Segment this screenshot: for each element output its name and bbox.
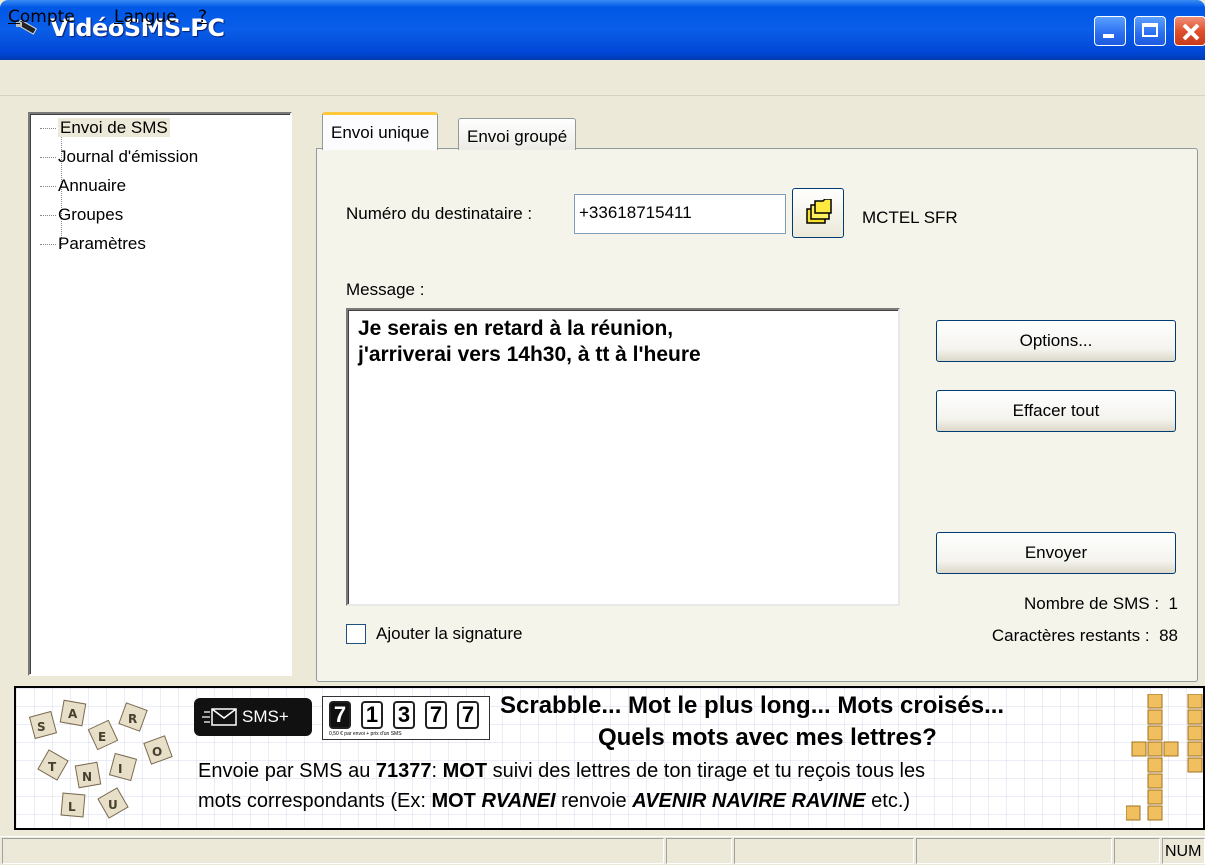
recipient-input[interactable]: +33618715411 <box>574 194 786 234</box>
tree-item-groupes[interactable]: Groupes <box>40 205 123 231</box>
svg-text:O: O <box>152 745 162 759</box>
scrabble-tiles-image: S A E R T N I O L U <box>28 699 173 819</box>
tree-item-label: Annuaire <box>58 176 127 195</box>
svg-text:L: L <box>68 800 76 814</box>
menu-compte[interactable]: Compte <box>8 7 75 27</box>
code-digit: 7 <box>425 701 447 729</box>
options-button[interactable]: Options... <box>936 320 1176 362</box>
ad-line-1: Envoie par SMS au 71377: MOT suivi des l… <box>198 760 925 783</box>
menu-bar <box>0 60 1205 96</box>
ad-text: renvoie <box>555 790 633 812</box>
sms-count-value: 1 <box>1168 594 1178 613</box>
folders-icon <box>806 199 832 224</box>
tree-item-journal[interactable]: Journal d'émission <box>40 147 198 173</box>
svg-text:T: T <box>48 760 57 774</box>
code-digit: 1 <box>361 701 383 729</box>
chars-remaining-label: Caractères restants : <box>991 626 1150 645</box>
tree-item-annuaire[interactable]: Annuaire <box>40 176 126 202</box>
tree-item-label: Journal d'émission <box>58 147 199 166</box>
minimize-button[interactable] <box>1094 16 1126 46</box>
menu-langue[interactable]: Langue <box>114 7 177 27</box>
tab-envoi-groupe[interactable]: Envoi groupé <box>458 118 577 150</box>
ad-text: mots correspondants (Ex: <box>198 790 432 812</box>
code-price-note: 0,50 € par envoi + prix d'un SMS <box>329 731 402 737</box>
svg-text:E: E <box>98 730 106 744</box>
envelope-icon <box>202 708 237 726</box>
tree-branch <box>40 185 56 188</box>
status-panel <box>666 838 732 864</box>
recipient-label: Numéro du destinataire : <box>346 204 533 223</box>
sms-count-label: Nombre de SMS : <box>1023 594 1160 613</box>
close-icon <box>1182 23 1200 41</box>
ad-banner[interactable]: S A E R T N I O L U SMS+ 7 1 3 7 7 0,50 € par e… <box>14 686 1205 830</box>
message-label: Message : <box>346 280 425 299</box>
code-digit: 3 <box>393 701 415 729</box>
send-button[interactable]: Envoyer <box>936 532 1176 574</box>
menu-compte-accel: C <box>8 7 20 27</box>
svg-text:U: U <box>108 798 118 812</box>
ad-headline-1: Scrabble... Mot le plus long... Mots cro… <box>500 692 1005 719</box>
sms-plus-label: SMS+ <box>242 707 289 726</box>
ad-text: MOT <box>431 790 476 812</box>
svg-text:S: S <box>37 720 46 734</box>
menu-compte-label: ompte <box>19 7 75 27</box>
tree-branch <box>40 156 56 159</box>
sms-count: Nombre de SMS : 1 <box>960 594 1178 614</box>
menu-langue-label: angue <box>123 7 177 27</box>
ad-text: MOT <box>442 760 488 782</box>
short-code-box: 7 1 3 7 7 0,50 € par envoi + prix d'un S… <box>322 696 490 740</box>
code-digit: 7 <box>457 701 479 729</box>
ad-text: AVENIR NAVIRE RAVINE <box>632 790 866 812</box>
tree-item-label: Paramètres <box>58 234 146 253</box>
maximize-button[interactable] <box>1134 16 1166 46</box>
menu-help-accel: ? <box>198 7 208 27</box>
status-panel <box>734 838 914 864</box>
svg-text:N: N <box>82 770 92 784</box>
code-digit: 7 <box>329 701 351 729</box>
status-panel-main <box>2 838 664 864</box>
chars-remaining: Caractères restants : 88 <box>930 626 1178 646</box>
sms-plus-badge: SMS+ <box>194 698 312 736</box>
status-panel <box>916 838 1112 864</box>
status-num-indicator: NUM <box>1162 838 1205 864</box>
svg-text:R: R <box>128 712 137 726</box>
ad-headline-2: Quels mots avec mes lettres? <box>598 724 937 751</box>
ad-text: etc. <box>865 790 904 812</box>
menu-help[interactable]: ? <box>198 7 207 27</box>
ad-text: Envoie par SMS au <box>198 760 376 782</box>
ad-text: RVANEI <box>481 790 556 812</box>
ad-text: suivi des lettres de ton tirage et tu re… <box>487 760 926 782</box>
ad-line-2: mots correspondants (Ex: MOT RVANEI renv… <box>198 790 910 813</box>
signature-checkbox[interactable] <box>346 624 366 644</box>
tree-item-envoi-sms[interactable]: Envoi de SMS <box>40 118 170 144</box>
tree-item-label: Envoi de SMS <box>58 118 170 137</box>
svg-text:A: A <box>68 707 78 721</box>
message-line-2: j'arriverai vers 14h30, à tt à l'heure <box>358 343 701 366</box>
message-textarea[interactable]: Je serais en retard à la réunion, j'arri… <box>346 308 900 606</box>
tree-item-label: Groupes <box>58 205 124 224</box>
close-button[interactable] <box>1174 16 1205 46</box>
tree-branch <box>40 243 56 246</box>
tree-branch <box>40 127 56 130</box>
crossword-tiles-image <box>1126 694 1203 821</box>
message-line-1: Je serais en retard à la réunion, <box>358 317 674 340</box>
tree-branch <box>40 214 56 217</box>
chars-remaining-value: 88 <box>1159 626 1178 645</box>
svg-text:I: I <box>118 762 122 776</box>
tree-item-parametres[interactable]: Paramètres <box>40 234 146 260</box>
address-book-button[interactable] <box>792 188 844 238</box>
ad-text: 71377 <box>375 760 432 782</box>
status-panel <box>1114 838 1160 864</box>
ad-text: ) <box>903 790 911 812</box>
ad-text: : <box>431 760 443 782</box>
tab-envoi-unique[interactable]: Envoi unique <box>322 112 439 150</box>
signature-label[interactable]: Ajouter la signature <box>376 624 522 644</box>
operator-label: MCTEL SFR <box>862 208 958 227</box>
clear-all-button[interactable]: Effacer tout <box>936 390 1176 432</box>
